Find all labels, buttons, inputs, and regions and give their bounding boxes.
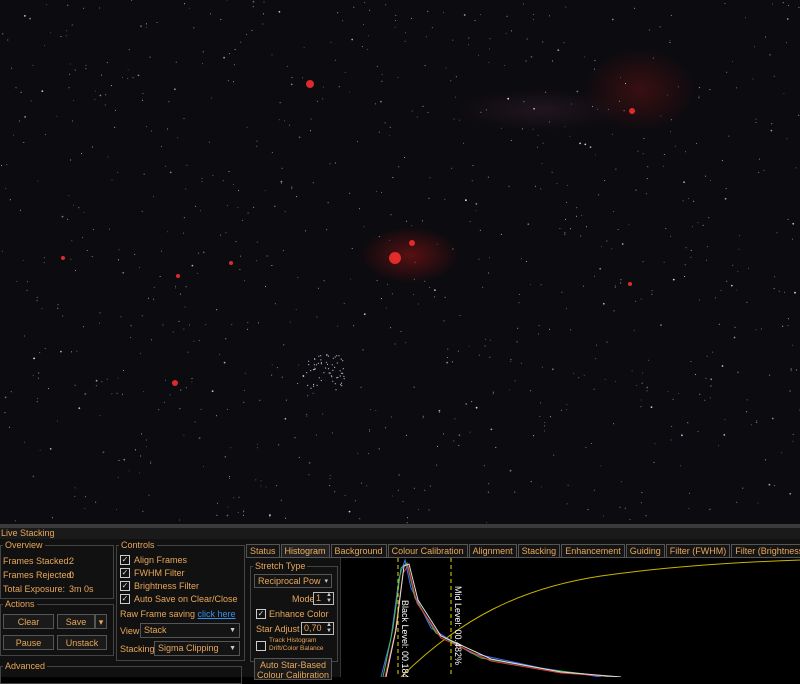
spinner-arrows-icon: ▲ ▼ [326,592,332,604]
frames-stacked-value: 2 [69,556,75,566]
stretch-type-select[interactable]: Reciprocal Pow ▾ [254,574,332,588]
mid-level-label: Mid Level: 00.482% [453,586,463,665]
total-exposure-label: Total Exposure: [3,584,66,594]
enhance-color-label: Enhance Color [269,609,329,619]
stretch-type-legend: Stretch Type [255,561,306,571]
tab-filter-brightness[interactable]: Filter (Brightness) [731,544,800,557]
raw-frame-saving-label: Raw Frame saving click here [120,609,236,619]
tab-enhancement[interactable]: Enhancement [561,544,625,557]
histogram-plot[interactable]: Black Level: 00.184% Mid Level: 00.482% [340,558,800,684]
save-dropdown-button[interactable]: ▾ [95,614,107,629]
star-adjust-spinner[interactable]: 0,70 ▲ ▼ [301,622,334,635]
star-adjust-label: Star Adjust [256,624,300,634]
tab-guiding[interactable]: Guiding [625,544,665,557]
brightness-filter-label: Brightness Filter [134,581,200,591]
histogram-svg: Black Level: 00.184% Mid Level: 00.482% [380,558,800,684]
live-stack-image [0,0,800,524]
view-select[interactable]: Stack ▼ [140,623,240,638]
align-frames-label: Align Frames [134,555,188,565]
stacking-label: Stacking [120,644,155,654]
frames-rejected-value: 0 [69,570,75,580]
tab-colour-calibration[interactable]: Colour Calibration [387,544,468,557]
tab-histogram[interactable]: Histogram [280,544,330,557]
tab-strip: Status Histogram Background Colour Calibrat… [246,544,800,557]
frames-stacked-label: Frames Stacked: [3,556,72,566]
click-here-link[interactable]: click here [198,609,236,619]
chevron-down-icon: ▾ [324,578,328,585]
clear-button[interactable]: Clear [3,614,54,629]
tab-alignment[interactable]: Alignment [468,544,517,557]
frames-rejected-label: Frames Rejected: [3,570,75,580]
star-adjust-value: 0,70 [304,623,322,633]
mode-value: 1 [316,593,322,603]
panel-title: Live Stacking [0,528,800,539]
star-field [1,0,800,524]
check-icon: ✓ [121,581,129,590]
stretch-type-value: Reciprocal Pow [258,576,321,586]
check-icon: ✓ [121,555,129,564]
mode-label: Mode [292,594,315,604]
tab-background[interactable]: Background [330,544,387,557]
enhance-color-checkbox[interactable]: ✓ [256,609,266,619]
track-histogram-checkbox[interactable] [256,641,266,651]
check-icon: ✓ [121,594,129,603]
check-icon: ✓ [121,568,129,577]
save-button[interactable]: Save [57,614,95,629]
pause-button[interactable]: Pause [3,635,54,650]
align-frames-checkbox[interactable]: ✓ [120,555,130,565]
unstack-button[interactable]: Unstack [57,635,107,650]
stacking-select[interactable]: Sigma Clipping ▼ [154,641,240,656]
mode-spinner[interactable]: 1 ▲ ▼ [313,592,334,605]
chevron-down-icon: ▼ [229,645,236,652]
tab-stacking[interactable]: Stacking [517,544,561,557]
tab-filter-fwhm[interactable]: Filter (FWHM) [665,544,731,557]
actions-legend: Actions [5,599,35,609]
auto-save-checkbox[interactable]: ✓ [120,594,130,604]
tab-status[interactable]: Status [246,544,280,557]
auto-save-label: Auto Save on Clear/Close [134,594,238,604]
raw-frame-saving-text: Raw Frame saving [120,609,196,619]
live-stacking-panel: Live Stacking Overview Frames Stacked: 2… [0,528,800,684]
controls-legend: Controls [121,540,155,550]
black-level-label: Black Level: 00.184% [400,600,410,677]
view-label: View [120,626,140,636]
track-histogram-text: Track Histogram [269,637,317,644]
track-histogram-label: Track Histogram Drift/Color Balance [269,637,324,653]
total-exposure-value: 3m 0s [69,584,94,594]
view-select-value: Stack [144,625,167,635]
brightness-filter-checkbox[interactable]: ✓ [120,581,130,591]
stacking-select-value: Sigma Clipping [158,643,219,653]
check-icon: ✓ [257,609,265,618]
chevron-down-icon: ▼ [229,627,236,634]
chevron-down-icon: ▾ [98,617,104,627]
spinner-arrows-icon: ▲ ▼ [326,622,332,634]
advanced-group: Advanced [0,662,242,684]
fwhm-filter-label: FWHM Filter [134,568,185,578]
drift-color-balance-text: Drift/Color Balance [269,645,324,652]
fwhm-filter-checkbox[interactable]: ✓ [120,568,130,578]
overview-legend: Overview [5,540,43,550]
advanced-legend: Advanced [5,661,46,671]
